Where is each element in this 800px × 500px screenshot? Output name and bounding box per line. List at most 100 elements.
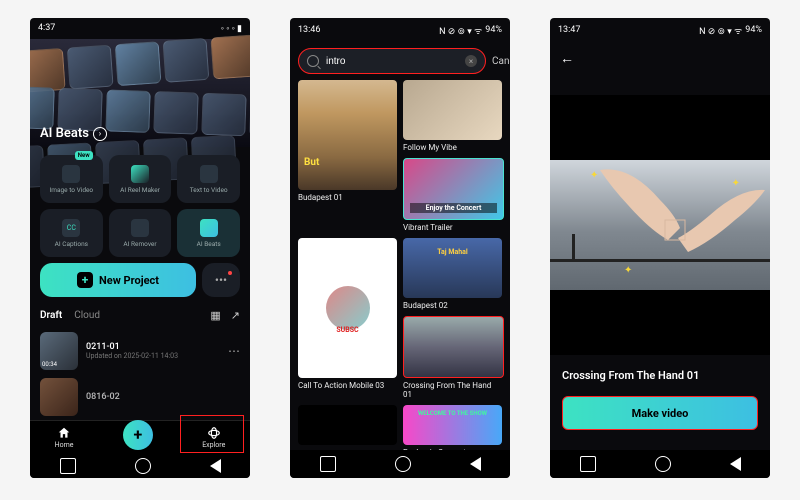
- tool-image-to-video[interactable]: NewImage to Video: [40, 155, 103, 203]
- nav-label: Explore: [202, 441, 225, 449]
- android-nav: [30, 455, 250, 478]
- result-item[interactable]: Follow My Vibe: [403, 80, 502, 152]
- bottom-nav: Home + Explore: [30, 420, 250, 454]
- tool-ai-captions[interactable]: CCAI Captions: [40, 209, 103, 257]
- home-key[interactable]: [135, 458, 151, 474]
- result-thumb: [403, 80, 502, 140]
- new-project-row: + New Project •••: [30, 261, 250, 305]
- battery-label: 94%: [745, 25, 762, 35]
- hero-filmstrip: AI Beats ›: [30, 39, 250, 148]
- template-title: Crossing From The Hand 01: [550, 355, 770, 392]
- draft-subtitle: Updated on 2025-02-11 14:03: [86, 352, 220, 360]
- beats-icon: [200, 219, 218, 237]
- draft-row[interactable]: 00:34 0211-01 Updated on 2025-02-11 14:0…: [30, 328, 250, 374]
- status-bar: 4:37 ◦ ◦ ◦ ▮: [30, 18, 250, 39]
- overlay-text: Taj Mahal: [403, 248, 502, 256]
- home-key[interactable]: [395, 456, 411, 472]
- status-time: 13:46: [298, 25, 320, 35]
- draft-tab-row: Draft Cloud ▦ ↗: [30, 305, 250, 328]
- template-preview[interactable]: ✦ ✦ ✦: [550, 95, 770, 355]
- home-key[interactable]: [655, 456, 671, 472]
- result-item[interactable]: Enjoy the Concert Vibrant Trailer: [403, 158, 502, 232]
- nav-explore[interactable]: Explore: [202, 426, 225, 449]
- search-results: But Budapest 01 Follow My Vibe Enjoy the…: [290, 80, 510, 450]
- overlay-text: WELCOME TO THE SHOW: [403, 411, 502, 418]
- result-thumb: Enjoy the Concert: [403, 158, 504, 220]
- search-input-box[interactable]: ×: [298, 48, 486, 74]
- recent-key[interactable]: [320, 456, 336, 472]
- nav-create-button[interactable]: +: [123, 420, 153, 450]
- new-project-button[interactable]: + New Project: [40, 263, 196, 297]
- clear-icon[interactable]: ×: [465, 55, 477, 67]
- tool-label: Image to Video: [50, 186, 94, 194]
- chevron-right-icon: ›: [93, 127, 107, 141]
- tool-ai-reel-maker[interactable]: AI Reel Maker: [109, 155, 172, 203]
- new-badge: New: [75, 151, 93, 160]
- draft-duration: 00:34: [42, 361, 57, 368]
- more-button[interactable]: •••: [202, 263, 240, 297]
- new-project-label: New Project: [99, 274, 159, 287]
- result-item[interactable]: WELCOME TO THE SHOWEuphonic Concert: [403, 405, 502, 450]
- cc-icon: CC: [62, 219, 80, 237]
- back-button[interactable]: ←: [550, 42, 770, 75]
- recent-key[interactable]: [60, 458, 76, 474]
- tool-label: AI Reel Maker: [120, 186, 160, 194]
- make-video-label: Make video: [632, 407, 689, 420]
- make-video-button[interactable]: Make video: [562, 396, 758, 430]
- recent-key[interactable]: [580, 456, 596, 472]
- result-item[interactable]: SUBSC Call To Action Mobile 03: [298, 238, 397, 399]
- hero-section-label[interactable]: AI Beats ›: [40, 126, 107, 141]
- nav-home[interactable]: Home: [55, 426, 74, 449]
- result-thumb: Taj Mahal: [403, 238, 502, 298]
- back-key[interactable]: [210, 459, 221, 473]
- tool-label: AI Remover: [123, 240, 156, 248]
- back-key[interactable]: [730, 457, 741, 471]
- result-thumb: [403, 316, 504, 378]
- phone-home-screen: 4:37 ◦ ◦ ◦ ▮ AI Beats › NewImage to Vide…: [30, 18, 250, 478]
- result-thumb: WELCOME TO THE SHOW: [403, 405, 502, 445]
- result-item[interactable]: But Budapest 01: [298, 80, 397, 232]
- status-time: 4:37: [38, 23, 55, 33]
- status-icons: N ⊘ ⊚ ▾ ᯤ 94%: [699, 24, 762, 37]
- battery-label: 94%: [485, 25, 502, 35]
- status-icons: ◦ ◦ ◦ ▮: [221, 23, 242, 34]
- explore-icon: [207, 426, 221, 440]
- hero-section-text: AI Beats: [40, 126, 89, 141]
- back-key[interactable]: [470, 457, 481, 471]
- tool-ai-remover[interactable]: AI Remover: [109, 209, 172, 257]
- draft-meta: 0211-01 Updated on 2025-02-11 14:03: [86, 342, 220, 360]
- grid-icon[interactable]: ▦: [210, 309, 220, 322]
- result-item[interactable]: [298, 405, 397, 450]
- tool-text-to-video[interactable]: Text to Video: [177, 155, 240, 203]
- result-thumb: But: [298, 80, 397, 190]
- export-icon[interactable]: ↗: [231, 309, 240, 322]
- status-bar: 13:47 N ⊘ ⊚ ▾ ᯤ 94%: [550, 18, 770, 42]
- phone-template-preview: 13:47 N ⊘ ⊚ ▾ ᯤ 94% ← ✦ ✦ ✦ Crossing Fro…: [550, 18, 770, 478]
- result-item[interactable]: Taj MahalBudapest 02: [403, 238, 502, 310]
- draft-thumbnail: [40, 378, 78, 416]
- ai-tools-grid: NewImage to Video AI Reel Maker Text to …: [30, 147, 250, 261]
- overlay-text: But: [304, 157, 319, 168]
- overlay-text: SUBSC: [298, 326, 397, 334]
- status-time: 13:47: [558, 25, 580, 35]
- draft-more-icon[interactable]: ⋯: [228, 344, 240, 358]
- tool-label: Text to Video: [190, 186, 228, 194]
- result-item[interactable]: Crossing From The Hand 01: [403, 316, 502, 399]
- draft-thumbnail: 00:34: [40, 332, 78, 370]
- tool-ai-beats[interactable]: AI Beats: [177, 209, 240, 257]
- cancel-button[interactable]: Cancel: [492, 56, 510, 67]
- bolt-icon: [131, 165, 149, 183]
- phone-search-screen: 13:46 N ⊘ ⊚ ▾ ᯤ 94% × Cancel But Budapes…: [290, 18, 510, 478]
- search-input[interactable]: [324, 55, 460, 68]
- search-icon: [307, 55, 319, 67]
- nav-label: Home: [55, 441, 74, 449]
- result-thumb: [298, 405, 397, 445]
- tab-cloud[interactable]: Cloud: [74, 310, 100, 321]
- result-thumb: SUBSC: [298, 238, 397, 378]
- tab-draft[interactable]: Draft: [40, 310, 62, 321]
- result-label: Vibrant Trailer: [403, 223, 502, 232]
- draft-title: 0211-01: [86, 342, 220, 352]
- android-nav: [290, 450, 510, 478]
- draft-row[interactable]: 0816-02: [30, 374, 250, 420]
- arrow-left-icon: ←: [560, 51, 574, 67]
